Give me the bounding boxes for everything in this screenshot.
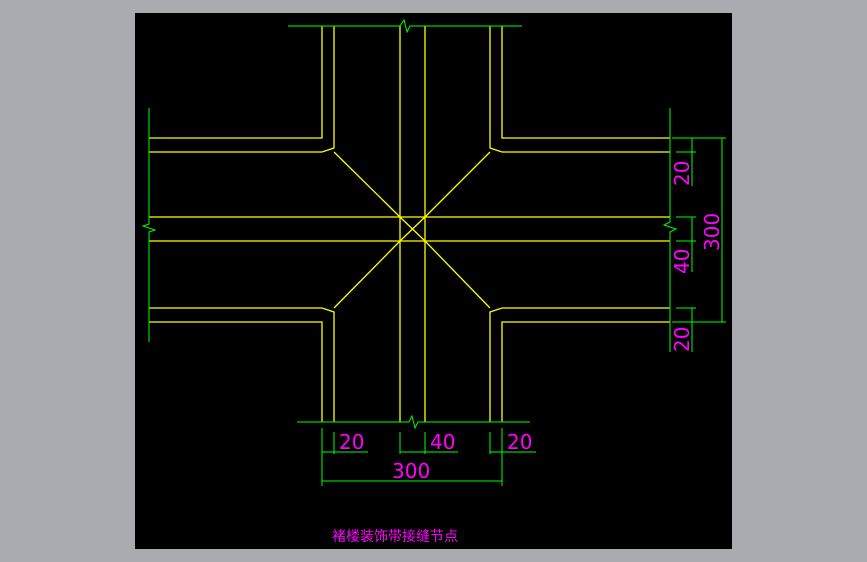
dim-bottom-total: 300 <box>392 459 430 483</box>
outline-top-left-inner <box>149 26 335 153</box>
dim-right-total: 300 <box>700 213 724 251</box>
dim-bottom-left: 20 <box>339 430 364 454</box>
outline-bottom-left-inner <box>149 307 335 422</box>
dim-right-top: 20 <box>670 161 694 186</box>
miter-top-left <box>333 151 401 218</box>
miter-bottom-right <box>424 240 491 309</box>
break-line-right <box>662 108 678 352</box>
outline-top-right-inner <box>489 26 670 153</box>
dim-bottom-right: 20 <box>507 430 532 454</box>
outline-top-left-outer <box>149 26 323 139</box>
dimension-lines <box>141 18 726 486</box>
joint-outline <box>149 26 670 422</box>
miter-bottom-left <box>333 240 401 309</box>
outline-bottom-right-outer <box>501 321 670 422</box>
break-line-bottom <box>297 414 530 430</box>
drawing-caption: 褚楼装饰带接缝节点 <box>332 528 458 545</box>
dim-right-bottom: 20 <box>670 327 694 352</box>
dim-right-middle: 40 <box>670 249 694 274</box>
miter-top-right <box>424 151 491 218</box>
outline-bottom-right-inner <box>489 307 670 422</box>
cad-drawing: 20 40 20 300 20 40 20 300 褚楼装饰带接缝节点 <box>141 18 726 545</box>
outline-bottom-left-outer <box>149 321 323 422</box>
break-line-left <box>141 108 157 342</box>
outline-top-right-outer <box>501 26 670 139</box>
break-line-top <box>288 18 522 34</box>
dim-bottom-middle: 40 <box>430 430 455 454</box>
cad-window: 20 40 20 300 20 40 20 300 褚楼装饰带接缝节点 <box>0 0 867 562</box>
dimension-labels: 20 40 20 300 20 40 20 300 褚楼装饰带接缝节点 <box>332 161 724 545</box>
